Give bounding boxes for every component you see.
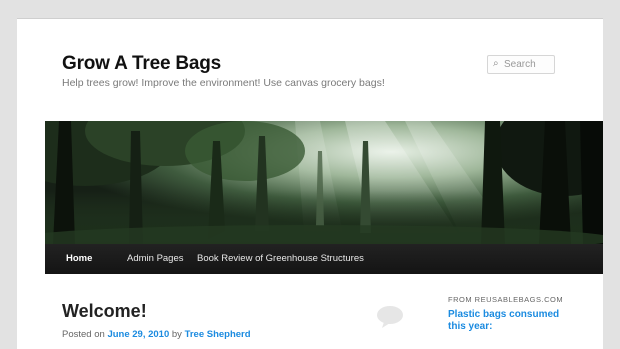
nav-item-admin-pages[interactable]: Admin Pages: [127, 244, 184, 274]
search-icon: ⌕: [493, 58, 499, 69]
by-label: by: [171, 329, 182, 340]
site-title[interactable]: Grow A Tree Bags: [62, 53, 221, 75]
post-meta: Posted on June 29, 2010 by Tree Shepherd: [62, 329, 251, 340]
widget-title: FROM REUSABLEBAGS.COM: [448, 295, 564, 304]
comment-bubble-icon[interactable]: [376, 305, 404, 333]
widget-plastic-bags-text[interactable]: Plastic bags consumed this year:: [448, 309, 568, 333]
forest-banner-illustration: [45, 121, 603, 244]
header-banner-image: [45, 121, 603, 244]
nav-item-book-review[interactable]: Book Review of Greenhouse Structures: [197, 244, 364, 274]
search-box[interactable]: ⌕: [487, 55, 555, 74]
search-input[interactable]: [504, 57, 552, 71]
nav-item-home[interactable]: Home: [66, 244, 92, 274]
main-navigation: Home Admin Pages Book Review of Greenhou…: [45, 244, 603, 274]
page-container: Grow A Tree Bags Help trees grow! Improv…: [17, 18, 603, 349]
post-author-link[interactable]: Tree Shepherd: [185, 329, 251, 340]
site-description: Help trees grow! Improve the environment…: [62, 77, 385, 89]
post-date-link[interactable]: June 29, 2010: [107, 329, 169, 340]
post-title[interactable]: Welcome!: [62, 301, 147, 322]
posted-on-label: Posted on: [62, 329, 105, 340]
